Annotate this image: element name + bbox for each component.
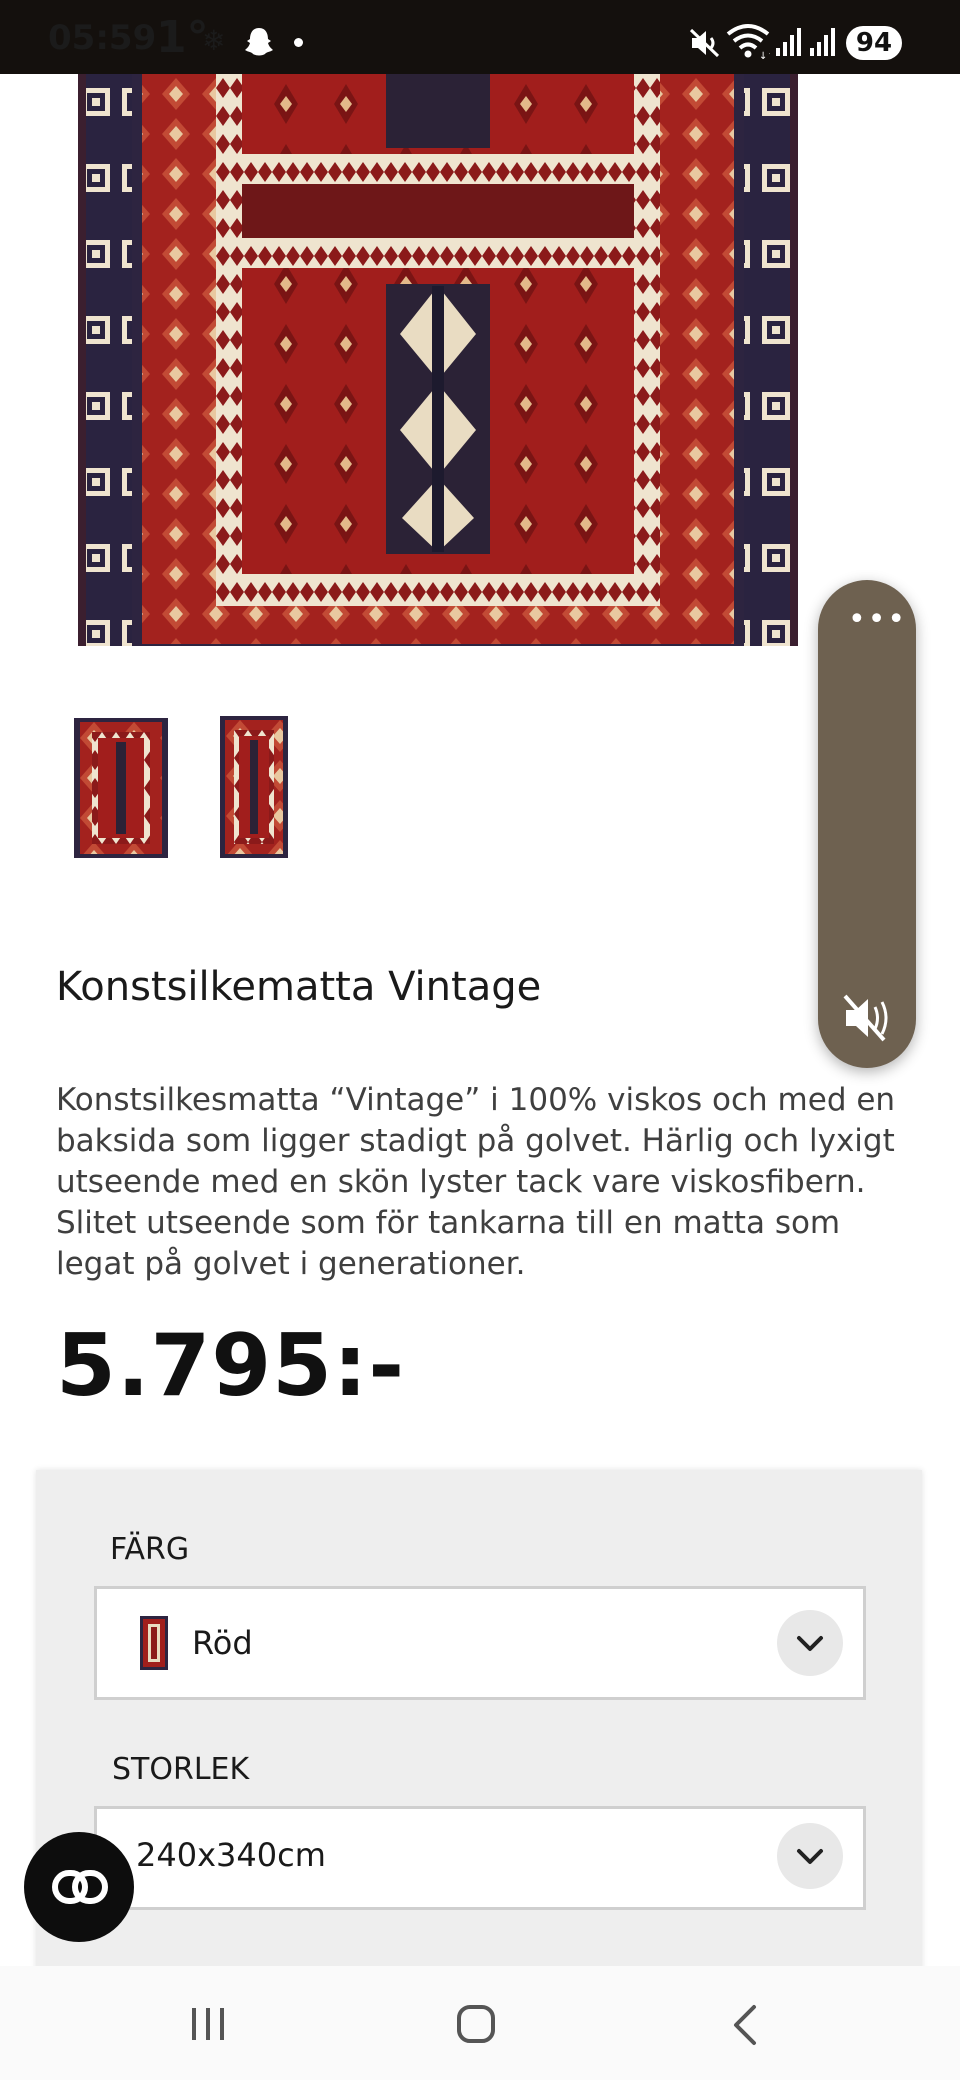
size-label: STORLEK (112, 1752, 250, 1787)
product-image[interactable] (76, 74, 800, 668)
product-price: 5.795:- (56, 1316, 406, 1416)
product-thumbnail[interactable] (220, 716, 288, 858)
wifi-icon: ↓↑ (726, 24, 770, 60)
home-icon[interactable] (456, 2004, 496, 2044)
snowflake-icon: ❄ (202, 24, 226, 57)
status-time: 05:59 (48, 18, 157, 58)
battery-level: 94 (846, 26, 902, 60)
mute-icon (689, 28, 720, 58)
more-dots-icon[interactable]: ••• (848, 605, 905, 640)
chevron-down-icon[interactable] (777, 1823, 843, 1889)
color-value: Röd (192, 1624, 253, 1662)
notification-dot (294, 38, 303, 47)
color-swatch (140, 1616, 168, 1670)
size-value: 240x340cm (136, 1836, 326, 1874)
recents-icon[interactable] (188, 2006, 228, 2042)
volume-mute-icon[interactable] (842, 992, 894, 1044)
back-icon[interactable] (730, 2004, 760, 2046)
signal-icon (810, 28, 835, 56)
status-temperature: 1° (156, 12, 209, 63)
chat-button[interactable] (24, 1832, 134, 1942)
product-description: Konstsilkesmatta “Vintage” i 100% viskos… (56, 1082, 896, 1282)
signal-icon (776, 28, 801, 56)
product-thumbnail[interactable] (74, 718, 168, 858)
snapchat-ghost-icon (245, 28, 273, 56)
chat-link-icon (52, 1870, 108, 1904)
chevron-down-icon[interactable] (777, 1610, 843, 1676)
svg-text:↓↑: ↓↑ (759, 51, 770, 60)
color-label: FÄRG (110, 1532, 190, 1567)
product-title: Konstsilkematta Vintage (56, 964, 542, 1010)
